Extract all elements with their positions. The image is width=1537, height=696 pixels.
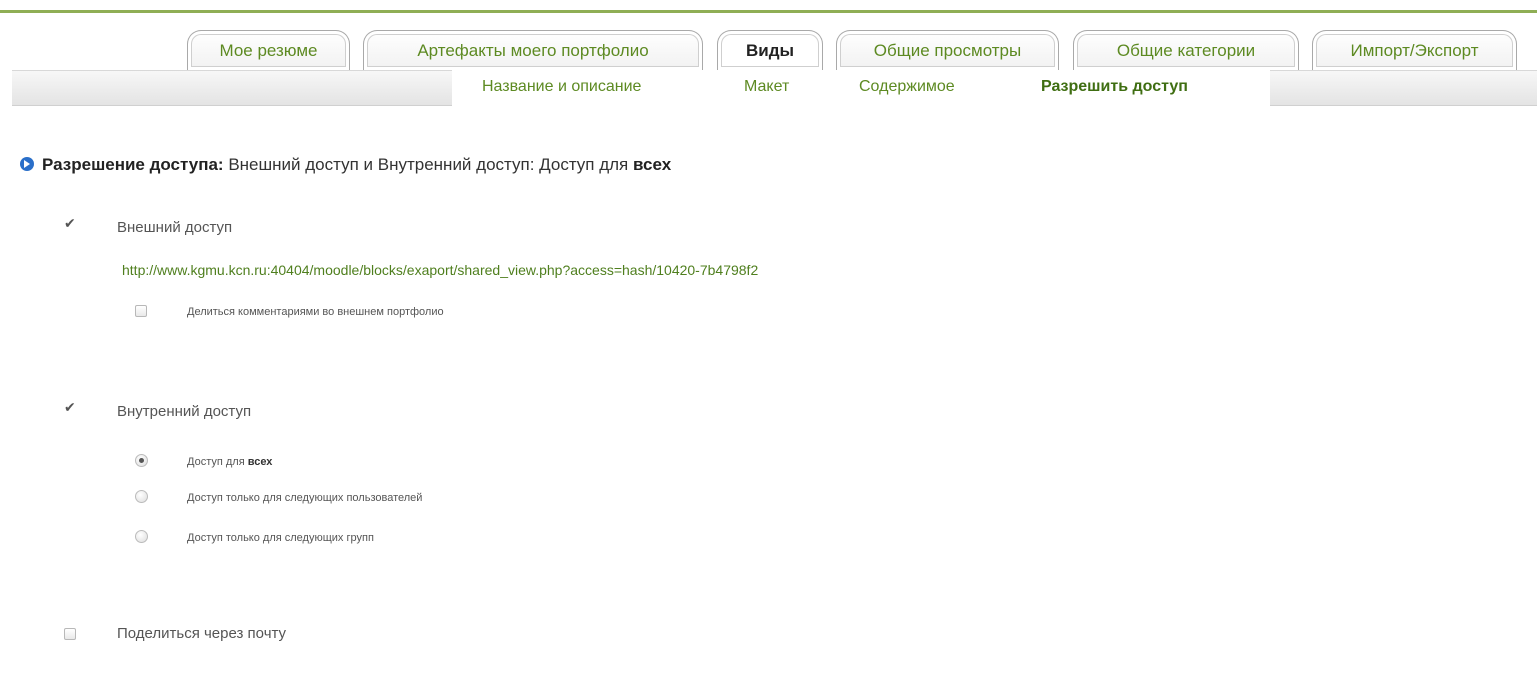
- arrow-circle-icon: [20, 157, 34, 171]
- share-comments-label: Делиться комментариями во внешнем портфо…: [187, 306, 444, 318]
- radio-label-emph: всех: [247, 456, 273, 468]
- subnav-title-description[interactable]: Название и описание: [482, 78, 641, 96]
- radio-access-all-label: Доступ для всех: [187, 456, 272, 468]
- external-share-link[interactable]: http://www.kgmu.kcn.ru:40404/moodle/bloc…: [122, 262, 758, 278]
- tab-import-export[interactable]: Импорт/Экспорт: [1312, 30, 1517, 70]
- tab-label: Общие категории: [1116, 41, 1256, 60]
- main-tabs: Мое резюме Артефакты моего портфолио Вид…: [0, 24, 1537, 70]
- radio-access-groups[interactable]: [135, 530, 148, 543]
- radio-access-all[interactable]: [135, 454, 148, 467]
- access-heading-emph: всех: [633, 155, 672, 174]
- access-heading-text: Внешний доступ и Внутренний доступ: Дост…: [223, 155, 633, 174]
- access-summary-heading: Разрешение доступа: Внешний доступ и Вну…: [20, 155, 671, 175]
- tab-label: Виды: [745, 41, 795, 60]
- internal-access-label: Внутренний доступ: [117, 403, 252, 420]
- subnav-content[interactable]: Содержимое: [859, 78, 955, 96]
- tab-label: Мое резюме: [219, 41, 318, 60]
- share-comments-checkbox[interactable]: [135, 305, 147, 317]
- subnav-layout[interactable]: Макет: [744, 78, 789, 96]
- share-email-checkbox[interactable]: [64, 628, 76, 640]
- radio-access-groups-label: Доступ только для следующих групп: [187, 532, 374, 544]
- external-access-checkbox[interactable]: [64, 216, 76, 234]
- radio-access-users-label: Доступ только для следующих пользователе…: [187, 492, 423, 504]
- top-strip: [0, 0, 1537, 13]
- top-divider: [0, 10, 1537, 13]
- subnav-allow-access[interactable]: Разрешить доступ: [1041, 78, 1188, 96]
- tab-my-resume[interactable]: Мое резюме: [187, 30, 350, 70]
- subnav: Название и описание Макет Содержимое Раз…: [452, 70, 1270, 106]
- external-access-label: Внешний доступ: [117, 219, 233, 236]
- tab-views[interactable]: Виды: [717, 30, 823, 70]
- tab-label: Артефакты моего портфолио: [417, 41, 649, 60]
- radio-label-prefix: Доступ для: [187, 456, 248, 468]
- share-email-label: Поделиться через почту: [117, 625, 287, 642]
- tab-shared-views[interactable]: Общие просмотры: [836, 30, 1059, 70]
- radio-access-users[interactable]: [135, 490, 148, 503]
- tab-shared-categories[interactable]: Общие категории: [1073, 30, 1299, 70]
- tab-label: Импорт/Экспорт: [1350, 41, 1479, 60]
- tab-portfolio-artifacts[interactable]: Артефакты моего портфолио: [363, 30, 703, 70]
- access-heading-label: Разрешение доступа:: [42, 155, 224, 174]
- internal-access-checkbox[interactable]: [64, 400, 76, 418]
- tab-label: Общие просмотры: [873, 41, 1022, 60]
